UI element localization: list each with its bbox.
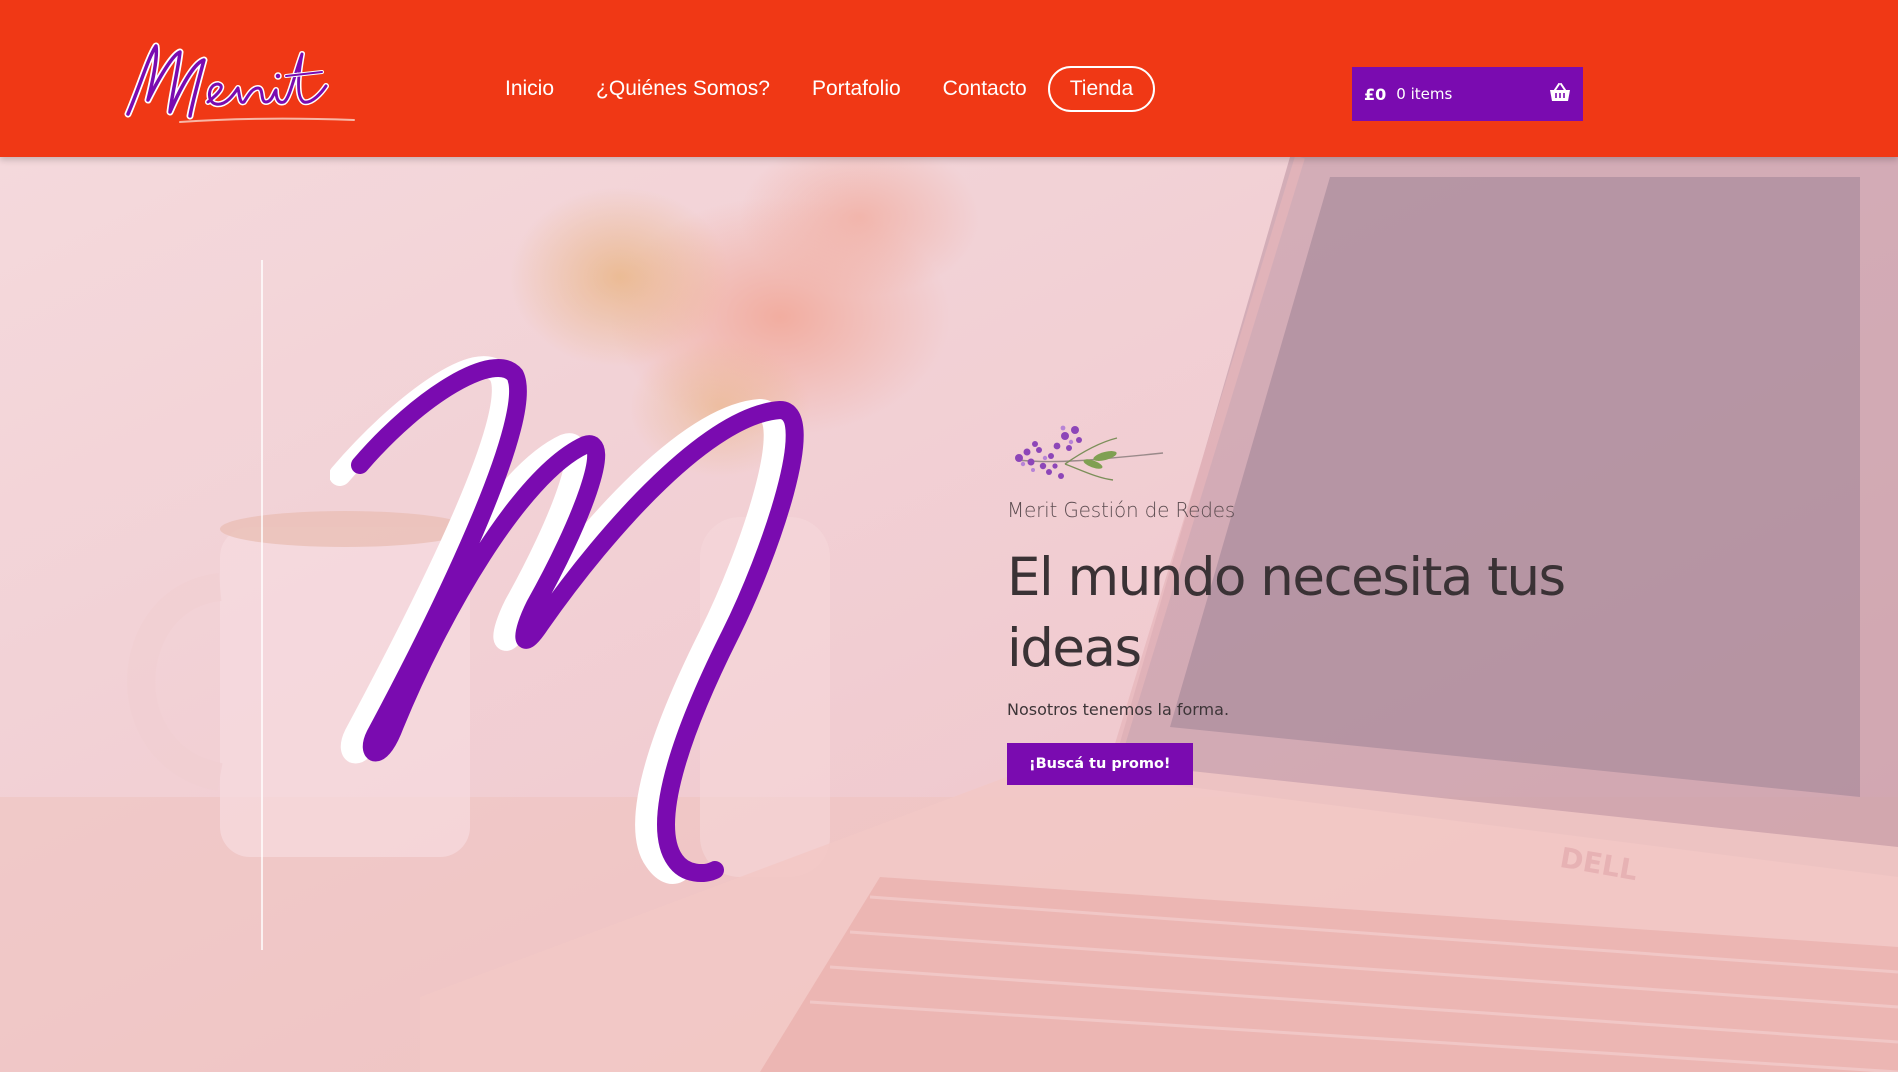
hero-kicker: Merit Gestión de Redes [1007, 498, 1236, 522]
cart-item-count: 0 items [1396, 85, 1453, 103]
nav-tienda[interactable]: Tienda [1047, 66, 1156, 112]
nav-portafolio[interactable]: Portafolio [812, 77, 901, 101]
cart-amount: £0 [1364, 84, 1387, 104]
hero-headline: El mundo necesita tus ideas [1007, 547, 1566, 679]
lavender-flower-icon [1015, 425, 1164, 481]
nav-inicio[interactable]: Inicio [505, 77, 554, 101]
big-m-monogram [330, 356, 804, 884]
cart-button[interactable]: £0 0 items [1352, 67, 1583, 121]
main-nav: Inicio ¿Quiénes Somos? Portafolio Contac… [505, 66, 1156, 112]
site-header: Inicio ¿Quiénes Somos? Portafolio Contac… [0, 0, 1898, 157]
basket-icon [1550, 83, 1570, 101]
hero-tagline: Nosotros tenemos la forma. [1007, 700, 1230, 719]
hero-background-image: DELL [0, 157, 1898, 1072]
nav-contacto[interactable]: Contacto [943, 77, 1027, 101]
merit-logo[interactable] [118, 36, 358, 136]
vertical-divider [261, 260, 263, 950]
hero-section: DELL Merit Gestión de Redes El mundo nec… [0, 157, 1898, 1072]
promo-cta-button[interactable]: ¡Buscá tu promo! [1007, 743, 1193, 785]
nav-quienes-somos[interactable]: ¿Quiénes Somos? [596, 77, 770, 101]
hero-content: Merit Gestión de Redes El mundo necesita… [1007, 420, 1607, 785]
